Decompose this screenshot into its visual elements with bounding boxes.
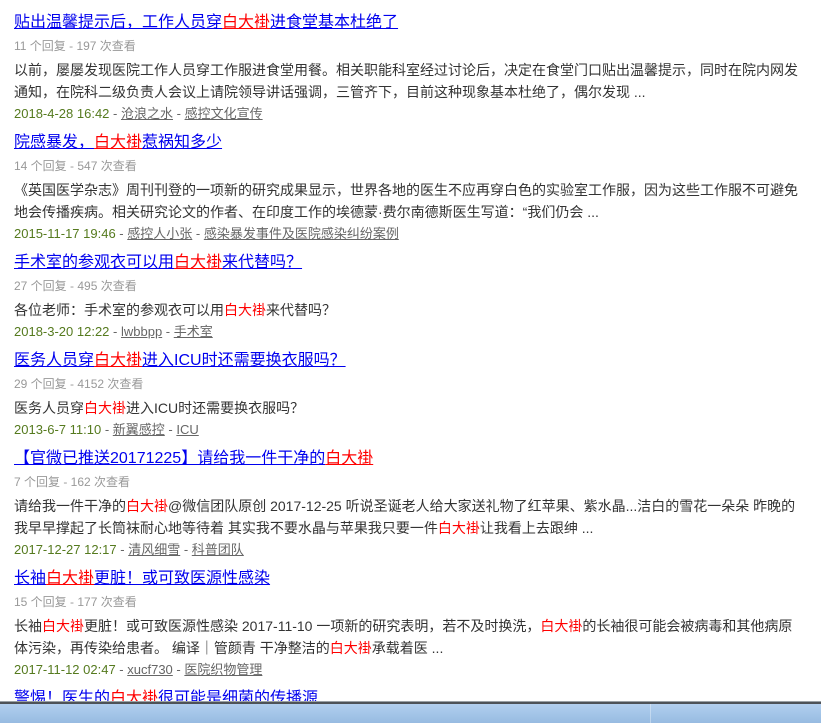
result-title-link[interactable]: 医务人员穿白大褂进入ICU时还需要换衣服吗？: [14, 350, 346, 372]
forum-link[interactable]: 感染暴发事件及医院感染纠纷案例: [204, 226, 399, 241]
text-segment: 更脏！或可致医源性感染: [94, 570, 270, 587]
result-title-link[interactable]: 【官微已推送20171225】请给我一件干净的白大褂: [14, 448, 373, 470]
result-meta: 2015-11-17 19:46 - 感控人小张 - 感染暴发事件及医院感染纠纷…: [14, 225, 803, 242]
meta-separator: -: [173, 662, 185, 677]
meta-separator: -: [162, 324, 174, 339]
result-item: 长袖白大褂更脏！或可致医源性感染15 个回复 - 177 次查看长袖白大褂更脏！…: [14, 568, 803, 678]
text-segment: 让我看上去跟绅 ...: [480, 520, 594, 536]
result-meta: 2018-3-20 12:22 - lwbbpp - 手术室: [14, 323, 803, 340]
text-segment: 来代替吗？: [266, 302, 336, 318]
meta-separator: -: [180, 542, 192, 557]
keyword-highlight: 白大褂: [84, 400, 126, 416]
meta-separator: -: [165, 422, 177, 437]
meta-separator: -: [116, 662, 128, 677]
post-date: 2017-11-12 02:47: [14, 662, 116, 677]
author-link[interactable]: 感控人小张: [127, 226, 192, 241]
text-segment: 院感暴发，: [14, 134, 94, 151]
text-segment: 手术室的参观衣可以用: [14, 254, 174, 271]
text-segment: 进入ICU时还需要换衣服吗？: [142, 352, 346, 369]
result-stats: 11 个回复 - 197 次查看: [14, 40, 803, 53]
keyword-highlight: 白大褂: [330, 640, 372, 656]
author-link[interactable]: 沧浪之水: [121, 106, 173, 121]
result-item: 【官微已推送20171225】请给我一件干净的白大褂7 个回复 - 162 次查…: [14, 448, 803, 558]
result-snippet: 医务人员穿白大褂进入ICU时还需要换衣服吗？: [14, 397, 803, 419]
text-segment: 长袖: [14, 618, 42, 634]
text-segment: 进入ICU时还需要换衣服吗？: [126, 400, 304, 416]
text-segment: 医务人员穿: [14, 400, 84, 416]
keyword-highlight: 白大褂: [46, 570, 94, 587]
result-snippet: 《英国医学杂志》周刊刊登的一项新的研究成果显示，世界各地的医生不应再穿白色的实验…: [14, 179, 803, 223]
post-date: 2013-6-7 11:10: [14, 422, 101, 437]
keyword-highlight: 白大褂: [94, 134, 142, 151]
results-list: 贴出温馨提示后，工作人员穿白大褂进食堂基本杜绝了11 个回复 - 197 次查看…: [14, 12, 803, 716]
author-link[interactable]: xucf730: [127, 662, 173, 677]
result-snippet: 以前，屡屡发现医院工作人员穿工作服进食堂用餐。相关职能科室经过讨论后，决定在食堂…: [14, 59, 803, 103]
search-results-page: 贴出温馨提示后，工作人员穿白大褂进食堂基本杜绝了11 个回复 - 197 次查看…: [0, 0, 821, 716]
keyword-highlight: 白大褂: [94, 352, 142, 369]
meta-separator: -: [173, 106, 185, 121]
keyword-highlight: 白大褂: [126, 498, 168, 514]
result-stats: 27 个回复 - 495 次查看: [14, 280, 803, 293]
meta-separator: -: [192, 226, 204, 241]
status-bar-pane-separator: [650, 704, 651, 723]
post-date: 2017-12-27 12:17: [14, 542, 117, 557]
meta-separator: -: [116, 226, 128, 241]
keyword-highlight: 白大褂: [174, 254, 222, 271]
result-meta: 2013-6-7 11:10 - 新翼感控 - ICU: [14, 421, 803, 438]
forum-link[interactable]: 科普团队: [192, 542, 244, 557]
result-stats: 29 个回复 - 4152 次查看: [14, 378, 803, 391]
forum-link[interactable]: 手术室: [174, 324, 213, 339]
post-date: 2015-11-17 19:46: [14, 226, 116, 241]
keyword-highlight: 白大褂: [224, 302, 266, 318]
window-status-bar: [0, 702, 821, 723]
result-meta: 2017-12-27 12:17 - 清风细雪 - 科普团队: [14, 541, 803, 558]
author-link[interactable]: 清风细雪: [128, 542, 180, 557]
text-segment: 贴出温馨提示后，工作人员穿: [14, 14, 222, 31]
result-meta: 2017-11-12 02:47 - xucf730 - 医院织物管理: [14, 661, 803, 678]
text-segment: 《英国医学杂志》周刊刊登的一项新的研究成果显示，世界各地的医生不应再穿白色的实验…: [14, 182, 798, 220]
result-title-link[interactable]: 长袖白大褂更脏！或可致医源性感染: [14, 568, 270, 590]
text-segment: 进食堂基本杜绝了: [270, 14, 398, 31]
keyword-highlight: 白大褂: [325, 450, 373, 467]
text-segment: 各位老师：手术室的参观衣可以用: [14, 302, 224, 318]
author-link[interactable]: lwbbpp: [121, 324, 162, 339]
result-item: 贴出温馨提示后，工作人员穿白大褂进食堂基本杜绝了 11 个回复 - 197 次查看…: [14, 12, 803, 122]
text-segment: 承载着医 ...: [372, 640, 444, 656]
keyword-highlight: 白大褂: [222, 14, 270, 31]
text-segment: 医务人员穿: [14, 352, 94, 369]
meta-separator: -: [109, 324, 121, 339]
author-link[interactable]: 新翼感控: [113, 422, 165, 437]
result-item: 手术室的参观衣可以用白大褂来代替吗？27 个回复 - 495 次查看各位老师：手…: [14, 252, 803, 340]
result-stats: 15 个回复 - 177 次查看: [14, 596, 803, 609]
forum-link[interactable]: 医院织物管理: [184, 662, 262, 677]
text-segment: 惹祸知多少: [142, 134, 222, 151]
result-meta: 2018-4-28 16:42 - 沧浪之水 - 感控文化宣传: [14, 105, 803, 122]
keyword-highlight: 白大褂: [540, 618, 582, 634]
text-segment: 来代替吗？: [222, 254, 302, 271]
meta-separator: -: [109, 106, 121, 121]
result-title-link[interactable]: 手术室的参观衣可以用白大褂来代替吗？: [14, 252, 302, 274]
meta-separator: -: [117, 542, 129, 557]
post-date: 2018-4-28 16:42: [14, 106, 109, 121]
meta-separator: -: [101, 422, 113, 437]
result-snippet: 请给我一件干净的白大褂@微信团队原创 2017-12-25 听说圣诞老人给大家送…: [14, 495, 803, 539]
text-segment: 长袖: [14, 570, 46, 587]
text-segment: 更脏！或可致医源性感染 2017-11-10 一项新的研究表明，若不及时换洗，: [84, 618, 540, 634]
result-item: 医务人员穿白大褂进入ICU时还需要换衣服吗？29 个回复 - 4152 次查看医…: [14, 350, 803, 438]
result-item: 院感暴发，白大褂惹祸知多少 14 个回复 - 547 次查看《英国医学杂志》周刊刊…: [14, 132, 803, 242]
text-segment: 请给我一件干净的: [14, 498, 126, 514]
post-date: 2018-3-20 12:22: [14, 324, 109, 339]
text-segment: 以前，屡屡发现医院工作人员穿工作服进食堂用餐。相关职能科室经过讨论后，决定在食堂…: [14, 62, 798, 100]
result-stats: 14 个回复 - 547 次查看: [14, 160, 803, 173]
text-segment: 【官微已推送20171225】请给我一件干净的: [14, 450, 325, 467]
keyword-highlight: 白大褂: [42, 618, 84, 634]
result-stats: 7 个回复 - 162 次查看: [14, 476, 803, 489]
result-snippet: 长袖白大褂更脏！或可致医源性感染 2017-11-10 一项新的研究表明，若不及…: [14, 615, 803, 659]
keyword-highlight: 白大褂: [438, 520, 480, 536]
result-snippet: 各位老师：手术室的参观衣可以用白大褂来代替吗？: [14, 299, 803, 321]
result-title-link[interactable]: 院感暴发，白大褂惹祸知多少: [14, 132, 222, 154]
result-title-link[interactable]: 贴出温馨提示后，工作人员穿白大褂进食堂基本杜绝了: [14, 12, 398, 34]
forum-link[interactable]: 感控文化宣传: [185, 106, 263, 121]
forum-link[interactable]: ICU: [176, 422, 198, 437]
